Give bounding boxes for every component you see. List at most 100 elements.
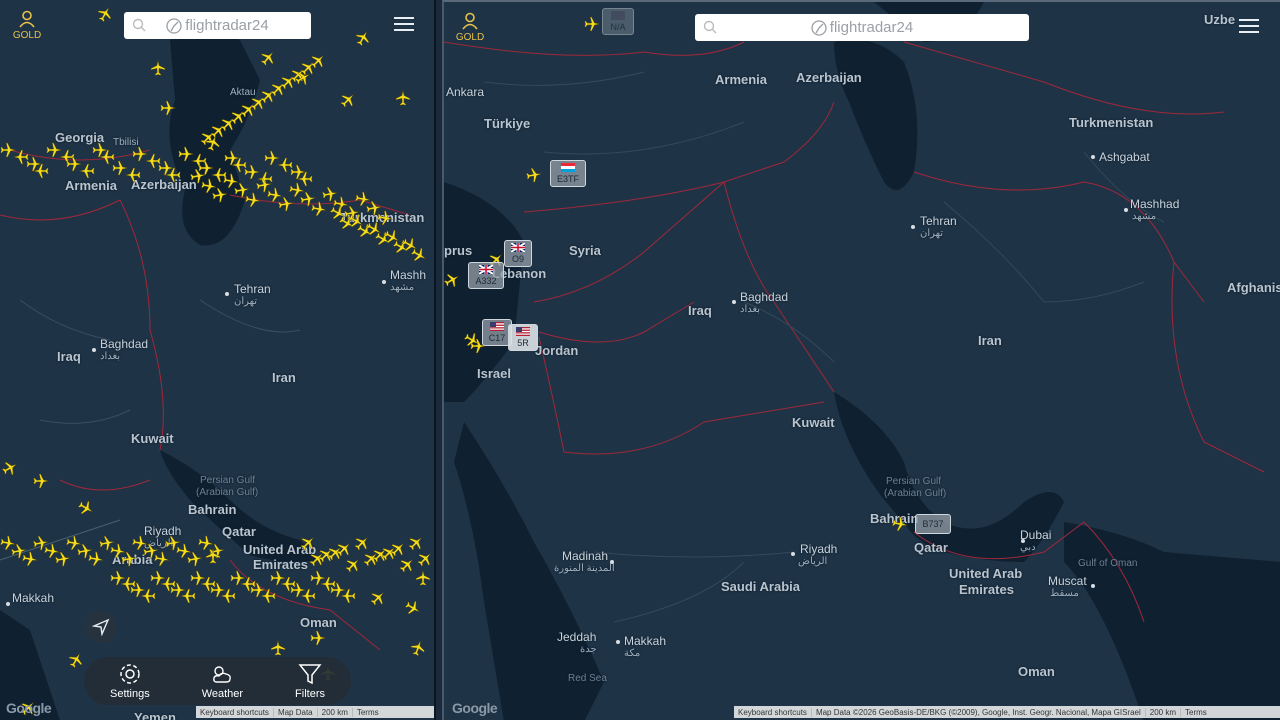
gear-icon <box>120 664 140 684</box>
label-jordan: Jordan <box>535 343 579 358</box>
search-bar[interactable]: flightradar24 <box>124 12 311 39</box>
aircraft-tag-5r[interactable]: 5R <box>508 324 538 351</box>
aircraft-icon[interactable] <box>340 588 356 604</box>
filters-button[interactable]: Filters <box>295 662 325 700</box>
aircraft-icon[interactable] <box>444 272 460 288</box>
aircraft-icon[interactable] <box>584 16 600 32</box>
aircraft-icon[interactable] <box>22 551 38 567</box>
weather-cloud-sun-icon <box>213 666 232 683</box>
label-armenia: Armenia <box>65 178 118 193</box>
city-dot-riyadh <box>791 552 795 556</box>
label-red-sea: Red Sea <box>568 673 607 684</box>
aircraft-icon[interactable] <box>68 652 84 669</box>
left-map-pane[interactable]: Georgia Tbilisi Armenia Azerbaijan Aktau… <box>0 0 436 720</box>
aircraft-icon[interactable] <box>260 50 276 66</box>
aircraft-tag-b737[interactable]: B737 <box>915 514 951 534</box>
aircraft-icon[interactable] <box>354 535 370 551</box>
gold-account-button[interactable]: GOLD <box>7 10 47 41</box>
tag-text: 5R <box>517 338 529 348</box>
city-dot-tehran <box>911 225 915 229</box>
search-bar[interactable]: flightradar24 <box>695 14 1029 41</box>
label-yemen: Yemen <box>134 710 176 720</box>
aircraft-icon[interactable] <box>294 70 311 86</box>
right-map-canvas[interactable] <box>444 2 1280 720</box>
aircraft-icon[interactable] <box>336 541 352 557</box>
aircraft-tag-e3tf[interactable]: E3TF <box>550 160 586 187</box>
flag-luxembourg-icon <box>561 163 575 172</box>
aircraft-icon[interactable] <box>220 588 236 604</box>
aircraft-tag-o9[interactable]: O9 <box>504 240 532 267</box>
aircraft-icon[interactable] <box>88 551 104 567</box>
map-data-link[interactable]: Map Data ©2026 GeoBasis-DE/BKG (©2009), … <box>812 707 1146 717</box>
locate-me-button[interactable] <box>85 611 117 643</box>
aircraft-icon[interactable] <box>355 30 371 47</box>
aircraft-icon[interactable] <box>33 473 49 489</box>
aircraft-icon[interactable] <box>345 557 361 573</box>
aircraft-icon[interactable] <box>187 551 203 567</box>
aircraft-icon[interactable] <box>77 500 94 516</box>
aircraft-icon[interactable] <box>395 90 411 106</box>
label-afghanistan: Afghanis <box>1227 280 1280 295</box>
aircraft-icon[interactable] <box>404 600 421 616</box>
aircraft-icon[interactable] <box>410 640 426 657</box>
terms-link[interactable]: Terms <box>353 708 383 717</box>
right-map-pane[interactable]: Armenia Azerbaijan Ankara Türkiye Turkme… <box>442 0 1280 720</box>
tag-text: O9 <box>511 254 524 264</box>
aircraft-icon[interactable] <box>892 516 908 532</box>
aircraft-icon[interactable] <box>270 640 286 656</box>
aircraft-icon[interactable] <box>165 167 181 183</box>
aircraft-icon[interactable] <box>300 588 316 604</box>
aircraft-icon[interactable] <box>300 535 316 551</box>
aircraft-icon[interactable] <box>205 135 221 152</box>
aircraft-icon[interactable] <box>160 100 176 116</box>
aircraft-icon[interactable] <box>408 535 424 551</box>
keyboard-shortcuts-link[interactable]: Keyboard shortcuts <box>734 707 812 717</box>
aircraft-icon[interactable] <box>150 60 166 76</box>
label-saudi-arabia: Saudi Arabia <box>721 579 800 594</box>
map-data-link[interactable]: Map Data <box>274 707 318 717</box>
aircraft-icon[interactable] <box>180 588 196 604</box>
label-muscat-ar: مسقط <box>1050 588 1079 599</box>
aircraft-tag-na[interactable]: N/A <box>602 8 634 35</box>
label-dubai-ar: دبي <box>1020 542 1036 553</box>
aircraft-icon[interactable] <box>417 551 433 567</box>
aircraft-icon[interactable] <box>212 187 228 203</box>
aircraft-icon[interactable] <box>278 196 294 212</box>
aircraft-icon[interactable] <box>340 92 356 108</box>
aircraft-icon[interactable] <box>121 551 137 567</box>
aircraft-icon[interactable] <box>154 551 170 567</box>
aircraft-icon[interactable] <box>1 460 18 476</box>
tag-text: B737 <box>922 519 944 529</box>
weather-button[interactable]: Weather <box>202 662 243 700</box>
tag-text: N/A <box>610 22 626 32</box>
keyboard-shortcuts-link[interactable]: Keyboard shortcuts <box>196 707 274 717</box>
aircraft-icon[interactable] <box>140 588 156 604</box>
aircraft-icon[interactable] <box>390 541 406 557</box>
terms-link[interactable]: Terms <box>1181 708 1211 717</box>
city-dot-madinah <box>610 560 614 564</box>
gold-account-button[interactable]: GOLD <box>450 12 490 43</box>
aircraft-icon[interactable] <box>370 590 386 606</box>
aircraft-icon[interactable] <box>33 163 49 179</box>
aircraft-tag-a332[interactable]: A332 <box>468 262 504 289</box>
flag-uk-icon <box>479 265 493 274</box>
hamburger-menu-icon[interactable] <box>1239 19 1259 35</box>
aircraft-icon[interactable] <box>310 630 326 646</box>
hamburger-menu-icon[interactable] <box>394 17 414 33</box>
aircraft-icon[interactable] <box>415 570 431 586</box>
label-bahrain: Bahrain <box>188 502 237 517</box>
aircraft-icon[interactable] <box>526 167 542 183</box>
aircraft-icon[interactable] <box>310 53 326 69</box>
flightradar24-logo: flightradar24 <box>811 19 913 36</box>
aircraft-icon[interactable] <box>410 247 427 263</box>
aircraft-icon[interactable] <box>205 548 221 564</box>
settings-button[interactable]: Settings <box>110 662 150 700</box>
label-iraq: Iraq <box>688 303 712 318</box>
flag-usa-icon <box>490 322 504 331</box>
aircraft-icon[interactable] <box>97 6 113 23</box>
aircraft-icon[interactable] <box>260 588 276 604</box>
aircraft-icon[interactable] <box>399 557 415 573</box>
aircraft-icon[interactable] <box>55 551 71 567</box>
aircraft-icon[interactable] <box>79 163 95 179</box>
aircraft-icon[interactable] <box>125 167 141 183</box>
